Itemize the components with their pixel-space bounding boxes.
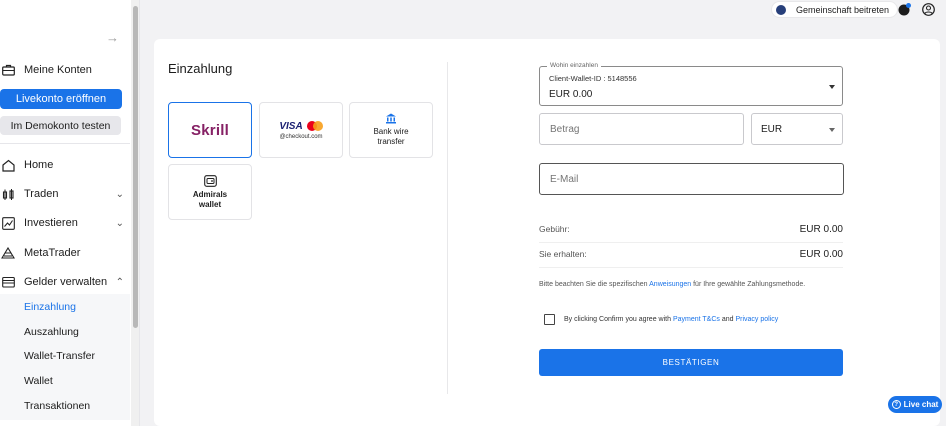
- agree-text: and: [719, 316, 736, 323]
- fee-value: EUR 0.00: [799, 223, 843, 235]
- community-label: Gemeinschaft beitreten: [796, 4, 890, 15]
- hint-text: für Ihre gewählte Zahlungsmethode.: [691, 281, 806, 288]
- wallet-select[interactable]: Wohin einzahlen Client-Wallet-ID : 51485…: [539, 62, 843, 106]
- submenu-item-wallet[interactable]: Wallet: [24, 375, 53, 387]
- divider: [0, 143, 130, 144]
- receive-value: EUR 0.00: [799, 248, 843, 260]
- sidebar-item-metatrader[interactable]: MetaTrader: [0, 241, 130, 265]
- method-bank-wire[interactable]: Bank wire transfer: [349, 102, 433, 158]
- chart-icon: [1, 216, 15, 230]
- live-chat-button[interactable]: ? Live chat: [888, 396, 942, 413]
- sidebar-item-label: Home: [24, 159, 54, 171]
- divider: [447, 62, 448, 394]
- email-field[interactable]: [539, 163, 844, 195]
- agree-text: By clicking Confirm you agree with: [564, 316, 671, 323]
- divider: [539, 267, 843, 268]
- metatrader-icon: [1, 246, 15, 260]
- email-input[interactable]: [550, 174, 808, 185]
- wallet-balance: EUR 0.00: [549, 89, 593, 100]
- method-card-checkout[interactable]: VISA @checkout.com: [259, 102, 343, 158]
- receive-row: Sie erhalten: EUR 0.00: [539, 243, 843, 265]
- visa-logo: VISA: [279, 120, 303, 132]
- candles-icon: [1, 187, 15, 201]
- wallet-icon: [1, 275, 15, 289]
- mastercard-icon: [306, 121, 323, 131]
- sidebar-item-label: Investieren: [24, 217, 78, 229]
- sidebar-item-label: MetaTrader: [24, 247, 81, 259]
- sidebar-item-home[interactable]: Home: [0, 153, 130, 177]
- submenu-item-einzahlung[interactable]: Einzahlung: [24, 301, 76, 313]
- receive-label: Sie erhalten:: [539, 249, 587, 259]
- method-skrill[interactable]: Skrill: [168, 102, 252, 158]
- briefcase-icon: [1, 63, 15, 77]
- method-label: transfer: [377, 137, 405, 146]
- bank-icon: [386, 113, 396, 124]
- dark-mode-icon[interactable]: [898, 3, 911, 16]
- checkout-logo: @checkout.com: [279, 133, 323, 140]
- fee-row: Gebühr: EUR 0.00: [539, 218, 843, 240]
- terms-agreement: By clicking Confirm you agree with Payme…: [544, 314, 778, 325]
- terms-checkbox[interactable]: [544, 314, 555, 325]
- sidebar-item-meine-konten[interactable]: Meine Konten: [0, 58, 130, 82]
- user-icon[interactable]: [922, 3, 935, 16]
- instructions-hint: Bitte beachten Sie die spezifischen Anwe…: [539, 281, 805, 288]
- method-admirals-wallet[interactable]: Admirals wallet: [168, 164, 252, 220]
- open-live-account-button[interactable]: Livekonto eröffnen: [0, 89, 122, 109]
- currency-select[interactable]: EUR: [751, 113, 843, 145]
- instructions-link[interactable]: Anweisungen: [649, 281, 691, 288]
- sidebar-item-investieren[interactable]: Investieren ⌄: [0, 211, 130, 235]
- sidebar-item-gelder-verwalten[interactable]: Gelder verwalten ⌃: [0, 270, 130, 294]
- client-wallet-id: Client-Wallet-ID : 5148556: [549, 74, 637, 83]
- submenu-item-wallet-transfer[interactable]: Wallet-Transfer: [24, 350, 95, 362]
- sidebar: → Meine Konten Livekonto eröffnen Im Dem…: [0, 0, 140, 426]
- chevron-down-icon: ⌄: [115, 188, 124, 200]
- chevron-up-icon: ⌃: [115, 276, 124, 288]
- join-community-button[interactable]: Gemeinschaft beitreten: [771, 1, 899, 18]
- page-title: Einzahlung: [168, 61, 233, 76]
- method-label: wallet: [198, 199, 222, 209]
- help-icon: ?: [891, 400, 901, 409]
- live-chat-label: Live chat: [903, 400, 939, 409]
- sidebar-scrollbar[interactable]: [131, 0, 139, 426]
- sidebar-item-label: Gelder verwalten: [24, 276, 108, 288]
- method-label: Admirals: [192, 189, 228, 199]
- submenu-item-transaktionen[interactable]: Transaktionen: [24, 400, 90, 412]
- confirm-button[interactable]: BESTÄTIGEN: [539, 349, 843, 376]
- home-icon: [1, 158, 15, 172]
- amount-input[interactable]: [550, 124, 723, 135]
- hint-text: Bitte beachten Sie die spezifischen: [539, 281, 650, 288]
- currency-value: EUR: [761, 124, 783, 135]
- arrow-right-icon[interactable]: →: [106, 30, 119, 45]
- submenu-gelder-verwalten: Einzahlung Auszahlung Wallet-Transfer Wa…: [0, 294, 130, 420]
- deposit-card: Einzahlung Skrill VISA @checkout.com Ban…: [154, 39, 940, 426]
- privacy-policy-link[interactable]: Privacy policy: [735, 316, 778, 323]
- wallet-icon: [203, 174, 217, 187]
- try-demo-button[interactable]: Im Demokonto testen: [0, 116, 121, 135]
- sidebar-item-label: Meine Konten: [24, 64, 92, 76]
- wallet-select-label: Wohin einzahlen: [547, 62, 601, 69]
- method-label: Bank wire: [373, 127, 409, 136]
- chevron-down-icon: ⌄: [115, 217, 124, 229]
- skrill-logo: Skrill: [191, 121, 229, 139]
- amount-field[interactable]: [539, 113, 744, 145]
- caret-down-icon: [829, 85, 835, 89]
- community-icon: [776, 4, 786, 15]
- fee-label: Gebühr:: [539, 224, 570, 234]
- sidebar-item-traden[interactable]: Traden ⌄: [0, 182, 130, 206]
- sidebar-item-label: Traden: [24, 188, 59, 200]
- submenu-item-auszahlung[interactable]: Auszahlung: [24, 326, 79, 338]
- caret-down-icon: [829, 128, 835, 132]
- payment-terms-link[interactable]: Payment T&Cs: [673, 316, 720, 323]
- scrollbar-thumb[interactable]: [133, 6, 138, 328]
